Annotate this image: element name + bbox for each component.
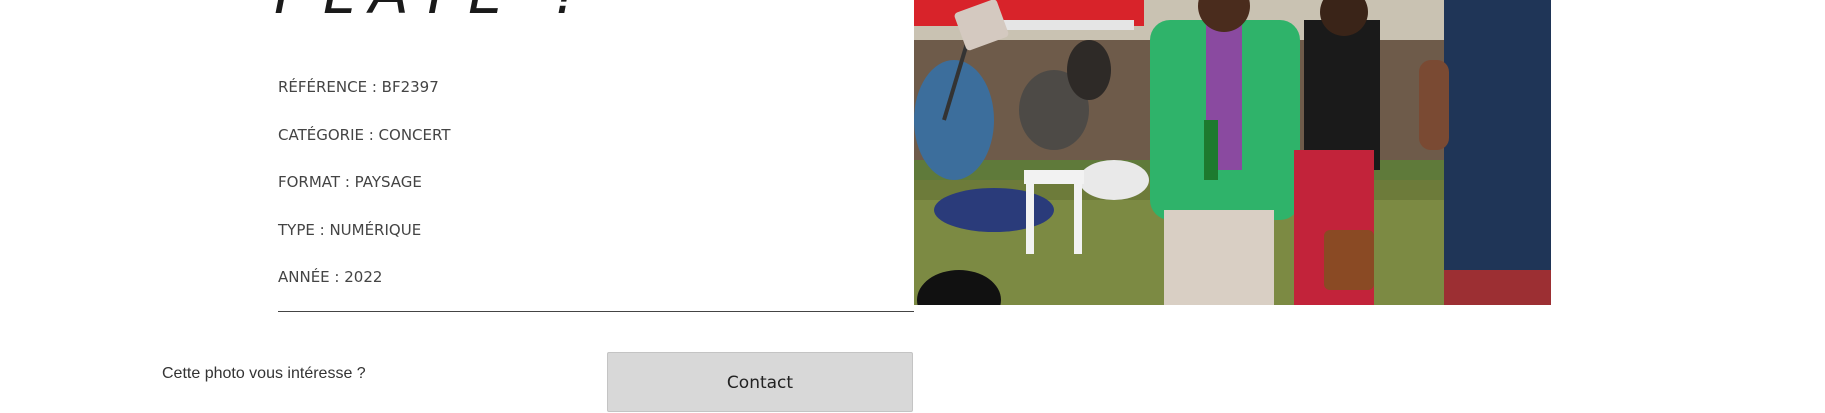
photo-illustration xyxy=(914,0,1551,305)
interest-question: Cette photo vous intéresse ? xyxy=(162,365,366,382)
photo-title: PLATE ? xyxy=(274,0,596,22)
detail-format: FORMAT : PAYSAGE xyxy=(278,173,422,191)
details-divider xyxy=(278,311,914,312)
photo-details-list: RÉFÉRENCE : BF2397 CATÉGORIE : CONCERT F… xyxy=(278,78,914,316)
detail-year: ANNÉE : 2022 xyxy=(278,268,383,286)
detail-category: CATÉGORIE : CONCERT xyxy=(278,125,451,144)
contact-button[interactable]: Contact xyxy=(607,352,913,412)
concert-photo xyxy=(914,0,1551,305)
detail-reference: RÉFÉRENCE : BF2397 xyxy=(278,78,439,96)
detail-type: TYPE : NUMÉRIQUE xyxy=(278,220,422,239)
